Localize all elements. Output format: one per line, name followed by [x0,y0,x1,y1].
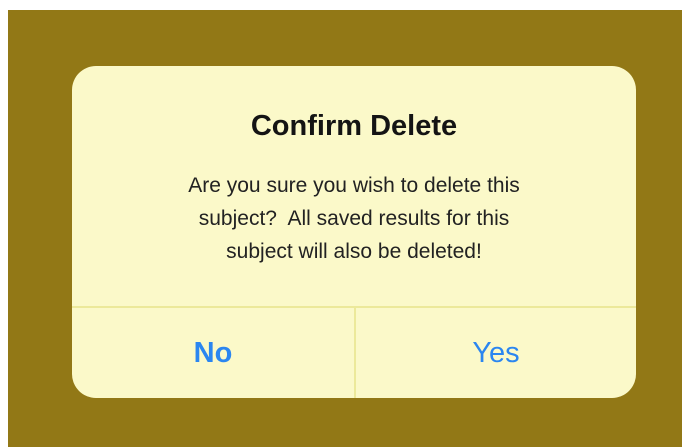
dialog-message-line-1: Are you sure you wish to delete this [188,174,520,197]
dialog-title: Confirm Delete [250,110,458,142]
no-button[interactable]: No [72,308,354,398]
confirm-delete-dialog: Confirm Delete Are you sure you wish to … [72,66,636,398]
dialog-message: Are you sure you wish to delete this sub… [112,169,596,268]
dialog-message-line-3: subject will also be deleted! [226,240,482,263]
dialog-message-line-2: subject? All saved results for this [198,207,510,230]
yes-button[interactable]: Yes [356,308,636,398]
